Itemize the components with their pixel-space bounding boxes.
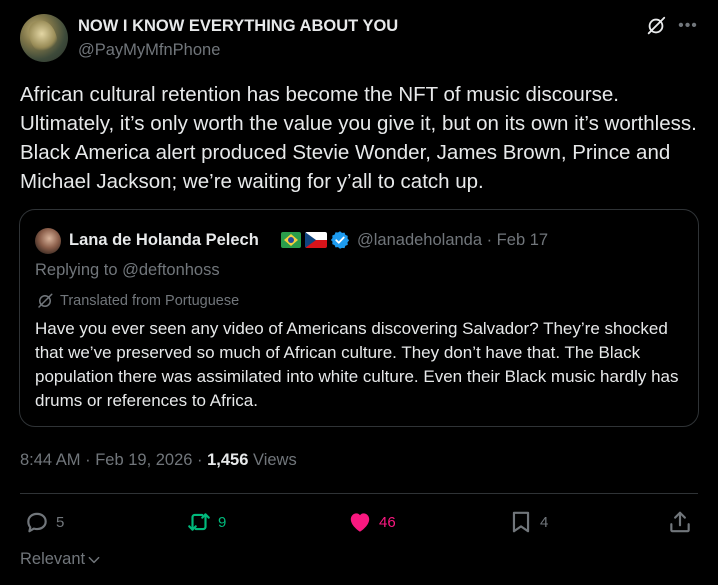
repost-icon <box>188 513 210 531</box>
quote-handle-date[interactable]: @lanadeholanda · Feb 17 <box>357 231 548 250</box>
translate-icon <box>36 292 54 310</box>
author-handle[interactable]: @PayMyMfnPhone <box>78 41 220 60</box>
sort-label: Relevant <box>20 550 86 568</box>
quoted-tweet[interactable]: Lana de Holanda Pelech @lanadeholanda · … <box>19 209 699 427</box>
verified-icon <box>330 230 350 250</box>
author-display-name[interactable]: NOW I KNOW EVERYTHING ABOUT YOU <box>78 17 398 36</box>
bookmark-count: 4 <box>540 513 549 531</box>
grok-icon[interactable] <box>645 15 667 37</box>
chevron-down-icon <box>88 556 100 563</box>
quote-translated-label[interactable]: Translated from Portuguese <box>60 293 239 309</box>
tweet-time[interactable]: 8:44 AM · Feb 19, 2026 · <box>20 451 207 469</box>
reply-count: 5 <box>56 513 65 531</box>
reply-button[interactable]: 5 <box>24 508 64 536</box>
sort-replies-dropdown[interactable]: Relevant <box>20 550 102 569</box>
author-avatar[interactable] <box>20 14 68 62</box>
bookmark-button[interactable]: 4 <box>508 508 548 536</box>
quote-replying-to: Replying to @deftonhoss <box>35 261 220 279</box>
brazil-flag-icon <box>281 232 301 248</box>
like-button[interactable]: 46 <box>347 508 396 536</box>
share-button[interactable] <box>667 508 693 536</box>
tweet-timestamp: 8:44 AM · Feb 19, 2026 · 1,456 Views <box>20 451 297 470</box>
divider <box>20 493 698 494</box>
quote-avatar[interactable] <box>35 228 61 254</box>
views-count: 1,456 <box>207 451 249 469</box>
share-icon <box>670 511 690 533</box>
repost-button[interactable]: 9 <box>186 508 226 536</box>
quote-display-name[interactable]: Lana de Holanda Pelech <box>69 231 259 250</box>
quote-text: Have you ever seen any video of American… <box>35 319 679 410</box>
like-count: 46 <box>379 513 396 531</box>
heart-icon <box>350 513 370 532</box>
bookmark-icon <box>512 511 530 533</box>
repost-count: 9 <box>218 513 227 531</box>
more-icon[interactable]: ••• <box>678 14 698 38</box>
tweet-text: African cultural retention has become th… <box>20 83 697 193</box>
czech-flag-icon <box>305 232 327 248</box>
views-label: Views <box>248 451 297 469</box>
reply-icon <box>27 512 47 533</box>
